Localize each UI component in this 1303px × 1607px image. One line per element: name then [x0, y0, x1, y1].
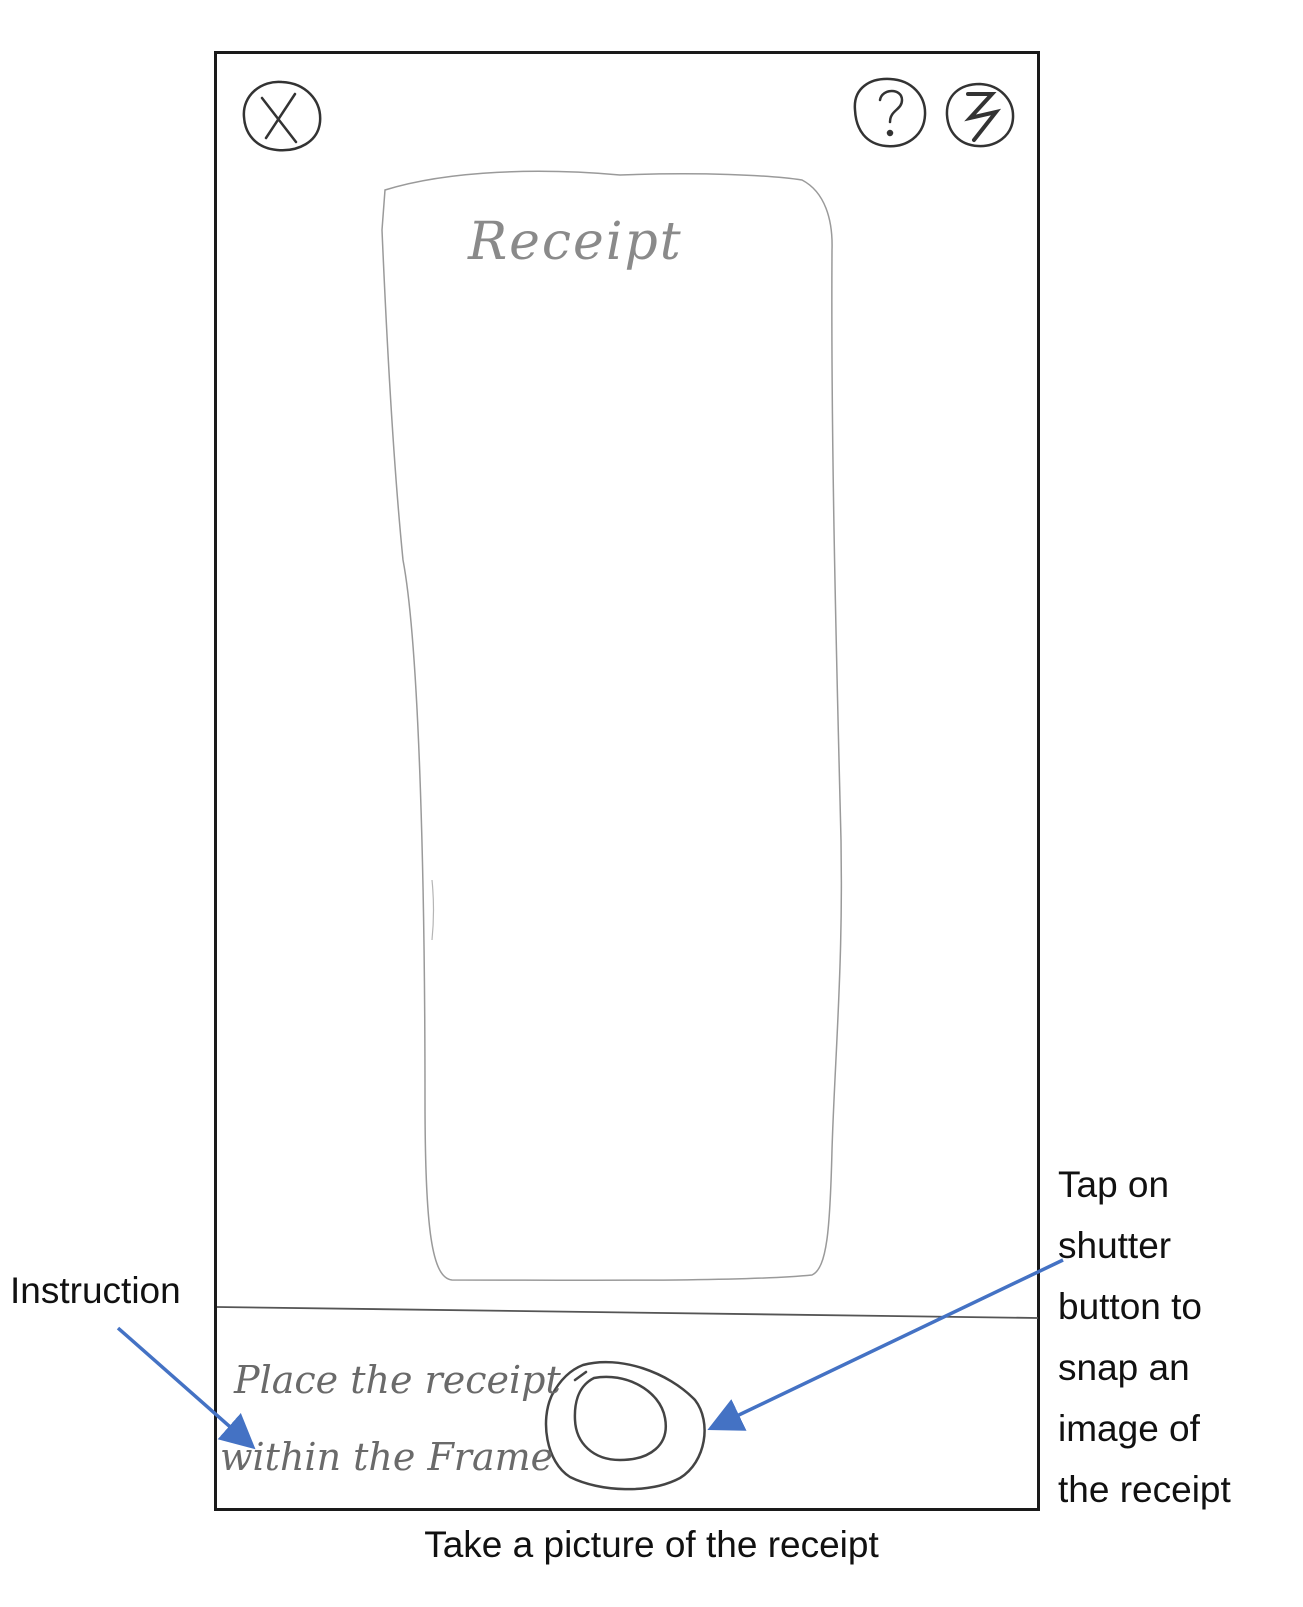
annotation-shutter-line: the receipt — [1058, 1469, 1231, 1510]
annotation-shutter-line: button to — [1058, 1286, 1203, 1327]
receipt-label: Receipt — [468, 212, 683, 272]
annotation-shutter-line: shutter — [1058, 1225, 1172, 1266]
instruction-text-line-1: Place the receipt — [234, 1358, 561, 1402]
instruction-text-line-2: within the Frame — [220, 1435, 554, 1479]
annotation-instruction: Instruction — [10, 1270, 181, 1311]
shutter-button[interactable] — [540, 1360, 710, 1498]
annotation-shutter-line: image of — [1058, 1408, 1200, 1449]
annotation-shutter-line: snap an — [1058, 1347, 1190, 1388]
flash-button[interactable] — [945, 82, 1017, 150]
annotation-shutter-note: Tap on shutter button to snap an image o… — [1058, 1154, 1298, 1520]
help-button[interactable] — [852, 78, 930, 150]
annotation-shutter-line: Tap on — [1058, 1164, 1170, 1205]
figure-caption: Take a picture of the receipt — [424, 1524, 879, 1565]
close-button[interactable] — [240, 78, 324, 150]
